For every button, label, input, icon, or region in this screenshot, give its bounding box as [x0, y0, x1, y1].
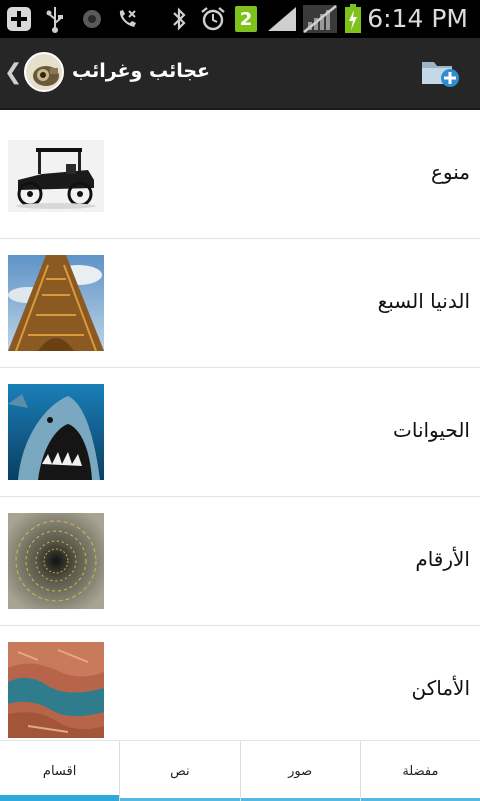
- record-icon: [80, 5, 104, 33]
- list-item[interactable]: منوع: [0, 110, 480, 239]
- list-item[interactable]: الأرقام: [0, 497, 480, 626]
- missed-call-icon: [114, 5, 140, 33]
- alarm-icon: [198, 5, 228, 33]
- canyon-lake-thumbnail: [8, 642, 104, 738]
- category-label: الحيوانات: [393, 418, 470, 442]
- category-label: الأرقام: [415, 547, 470, 571]
- tab-indicator: [0, 795, 119, 801]
- tab-label: اقسام: [43, 764, 76, 779]
- battery-charging-icon: [342, 5, 364, 33]
- action-bar: ❮ عجائب وغرائب: [0, 38, 480, 110]
- no-signal-icon: [302, 5, 338, 33]
- add-icon: [4, 5, 34, 33]
- list-item[interactable]: الأماكن: [0, 626, 480, 740]
- tab-images[interactable]: صور: [241, 741, 361, 801]
- numbers-spiral-thumbnail: [8, 513, 104, 609]
- chevron-left-icon[interactable]: ❮: [4, 60, 22, 85]
- sim-count-icon: 2: [234, 5, 258, 33]
- tab-label: صور: [288, 764, 312, 779]
- tab-label: نص: [170, 764, 190, 779]
- tab-text[interactable]: نص: [120, 741, 240, 801]
- status-bar: 2 6:14 PM: [0, 0, 480, 38]
- eiffel-tower-thumbnail: [8, 255, 104, 351]
- category-label: الدنيا السبع: [378, 289, 470, 313]
- notification-count: 2: [235, 6, 257, 32]
- bluetooth-icon: [168, 5, 190, 33]
- category-label: منوع: [431, 160, 470, 184]
- tab-label: مفضلة: [402, 764, 438, 779]
- tab-favorites[interactable]: مفضلة: [361, 741, 480, 801]
- vintage-car-thumbnail: [8, 140, 104, 212]
- app-logo[interactable]: [24, 52, 64, 92]
- status-time: 6:14 PM: [367, 4, 468, 33]
- list-item[interactable]: الدنيا السبع: [0, 239, 480, 368]
- list-item[interactable]: الحيوانات: [0, 368, 480, 497]
- bottom-tab-bar: اقسام نص صور مفضلة: [0, 740, 480, 800]
- tab-sections[interactable]: اقسام: [0, 741, 120, 801]
- category-list: منوع الدنيا السبع الحيوانات الأرقام الأم…: [0, 110, 480, 740]
- add-folder-icon[interactable]: [420, 54, 460, 90]
- app-title: عجائب وغرائب: [72, 60, 210, 82]
- usb-icon: [42, 5, 68, 33]
- category-label: الأماكن: [411, 676, 470, 700]
- shark-thumbnail: [8, 384, 104, 480]
- signal-icon: [266, 5, 298, 33]
